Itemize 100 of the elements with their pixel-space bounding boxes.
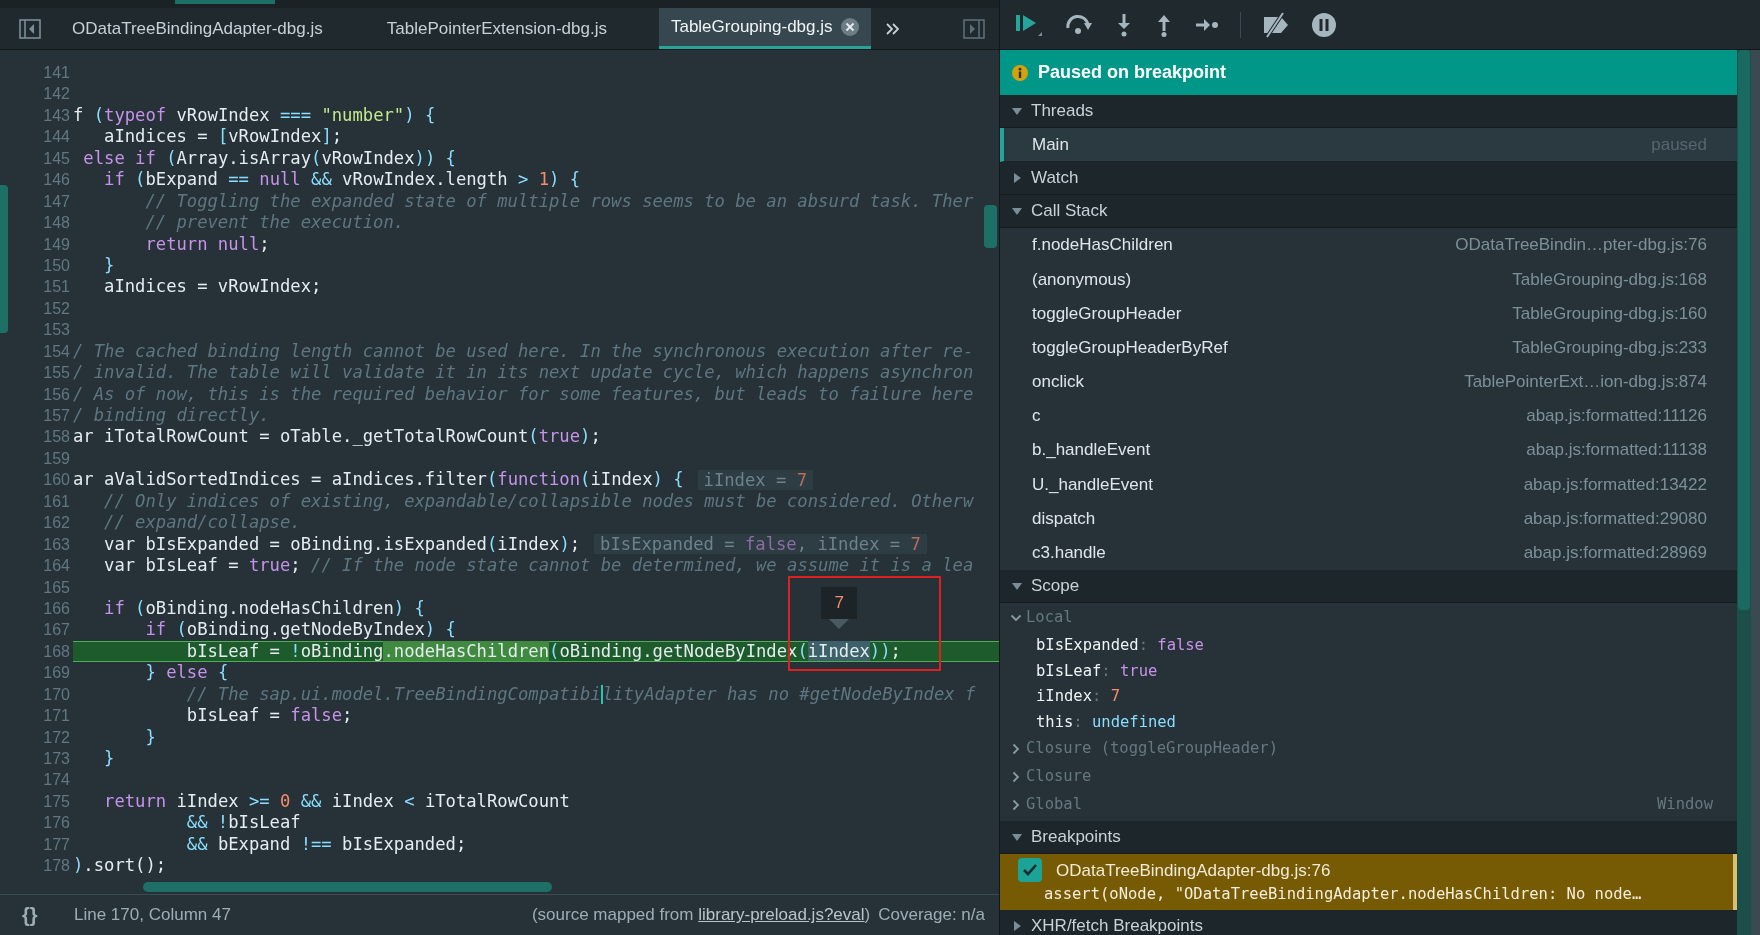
line-number: 173 [42,749,70,769]
code-line: var bIsExpanded = oBinding.isExpanded(iIndex); [103,533,581,556]
section-header[interactable]: Breakpoints [1000,820,1737,854]
code-line: // Only indices of existing, expandable/collapsible nodes must be considered. Otherw [103,490,974,513]
file-tab[interactable]: TablePointerExtension-dbg.js [374,8,619,49]
sidebar-toggle-icon[interactable] [963,18,985,39]
file-tab[interactable]: ODataTreeBindingAdapter-dbg.js [60,8,335,49]
line-number: 144 [42,127,70,148]
chevron-right-icon[interactable] [1010,798,1022,811]
navigator-toggle-icon[interactable] [19,18,41,39]
call-frame[interactable]: f.nodeHasChildren ODataTreeBindin…pter-dbg.js:76 [1000,228,1737,263]
code-line: return iIndex >= 0 && iIndex < iTotalRowCount [103,790,570,813]
breakpoint-item[interactable]: ODataTreeBindingAdapter-dbg.js:76 assert(oNode, "ODataTreeBindingAdapter.nodeHasChildren: No node… [1000,853,1737,910]
line-number: 158 [42,427,70,448]
call-frame[interactable]: c abap.js:formatted:11126 [1000,398,1737,434]
chevron-right-icon[interactable] [1010,770,1022,783]
code-line: // expand/collapse. [103,512,301,534]
line-number: 160 [42,470,70,491]
frame-location: TablePointerExt…ion-dbg.js:874 [1464,371,1707,394]
call-frame[interactable]: b._handleEvent abap.js:formatted:11138 [1000,433,1737,468]
call-frame[interactable]: toggleGroupHeaderByRef TableGrouping-dbg.js:233 [1000,330,1737,365]
frame-location: TableGrouping-dbg.js:160 [1512,302,1707,325]
code-line: / As of now, this is the required behavior for some features, but leads to failure here [73,383,974,405]
call-frame[interactable]: c3.handle abap.js:formatted:28969 [1000,535,1737,570]
scroll-thumb[interactable] [984,205,997,248]
checkbox[interactable] [1018,858,1042,883]
expand-triangle-icon[interactable] [1011,172,1023,184]
call-frame[interactable]: toggleGroupHeader TableGrouping-dbg.js:160 [1000,296,1737,331]
pause-icon[interactable] [1311,11,1337,38]
line-number: 156 [42,384,70,405]
pretty-print-button[interactable]: {} [22,900,62,930]
scope-value: Window [1657,794,1713,816]
line-number: 162 [42,513,70,534]
frame-location: TableGrouping-dbg.js:233 [1512,336,1707,359]
more-tabs-icon[interactable] [884,21,901,36]
code-line: var bIsLeaf = true; // If the node state cannot be determined, we assume it is a lea [103,555,974,577]
line-number: 169 [42,663,70,684]
section-header[interactable]: Call Stack [1000,195,1737,228]
collapse-triangle-icon[interactable] [1011,105,1023,117]
code-line: } [103,748,115,770]
chevron-right-icon[interactable] [1010,742,1022,755]
scrollbar-track[interactable] [1737,50,1751,935]
line-number: 150 [42,255,70,276]
step-over-icon[interactable] [1064,13,1094,36]
scroll-thumb[interactable] [1738,50,1750,610]
section-header[interactable]: Scope [1000,569,1737,603]
scroll-thumb[interactable] [175,0,275,4]
frame-location: ODataTreeBindin…pter-dbg.js:76 [1455,234,1707,257]
file-tab[interactable]: TableGrouping-dbg.js [658,8,871,49]
tooltip-arrow-icon [829,619,850,630]
line-number: 172 [42,727,70,748]
inline-value: bIsExpanded = false, iIndex = 7 [594,534,927,555]
code-line: else if (Array.isArray(vRowIndex)) { [82,147,456,170]
line-number: 176 [42,813,70,834]
code-line: } [144,726,156,748]
breakpoint-code: assert(oNode, "ODataTreeBindingAdapter.nodeHasChildren: No node… [1044,884,1643,905]
status-banner: Paused on breakpoint [1000,50,1737,95]
line-number: 151 [42,277,70,298]
collapse-triangle-icon[interactable] [1011,205,1023,217]
code-line: if (bExpand == null && vRowIndex.length > 1) { [103,169,581,191]
scroll-thumb[interactable] [143,882,552,892]
checkmark-icon [1022,863,1038,878]
coverage-label: Coverage: n/a [878,904,985,927]
expand-triangle-icon[interactable] [1011,919,1023,932]
frame-location: abap.js:formatted:13422 [1523,473,1707,496]
code-line: ar aValidSortedIndices = aIndices.filter(function(iIndex) { [73,469,684,491]
line-number: 171 [42,706,70,727]
section-header[interactable]: Threads [1000,95,1737,128]
line-number: 168 [42,641,70,662]
value-tooltip: 7 [821,587,858,620]
inline-value: iIndex = 7 [697,470,814,491]
code-line: return null; [144,233,270,255]
breakpoint-file: ODataTreeBindingAdapter-dbg.js:76 [1056,859,1331,882]
line-number: 146 [42,170,70,191]
line-number: 154 [42,341,70,362]
scroll-thumb[interactable] [0,185,8,333]
line-number: 149 [42,234,70,255]
frame-location: abap.js:formatted:28969 [1523,542,1707,565]
deactivate-breakpoints-icon[interactable] [1261,11,1291,38]
scope-variable: bIsLeaf: true [1035,660,1159,682]
line-number: 175 [42,791,70,812]
call-frame[interactable]: onclick TablePointerExt…ion-dbg.js:874 [1000,364,1737,399]
line-number: 166 [42,598,70,619]
call-frame[interactable]: dispatch abap.js:formatted:29080 [1000,501,1737,536]
code-line: // prevent the execution. [144,212,405,234]
frame-location: abap.js:formatted:11126 [1526,405,1707,428]
line-number: 155 [42,363,70,384]
code-line: f (typeof vRowIndex === "number") { [73,104,436,127]
info-icon [1012,64,1028,81]
source-link[interactable]: library-preload.js?eval [698,905,865,925]
call-frame[interactable]: (anonymous) TableGrouping-dbg.js:168 [1000,262,1737,297]
line-number: 153 [42,320,70,341]
section-header[interactable]: Watch [1000,162,1737,195]
close-icon[interactable] [840,18,859,36]
frame-location: abap.js:formatted:11138 [1526,439,1707,462]
line-number: 178 [42,856,70,877]
section-header[interactable]: XHR/fetch Breakpoints [1000,909,1737,935]
call-frame[interactable]: U._handleEvent abap.js:formatted:13422 [1000,467,1737,502]
line-number: 164 [42,556,70,577]
code-line: // Toggling the expanded state of multiple rows seems to be an absurd task. Ther [144,190,974,213]
